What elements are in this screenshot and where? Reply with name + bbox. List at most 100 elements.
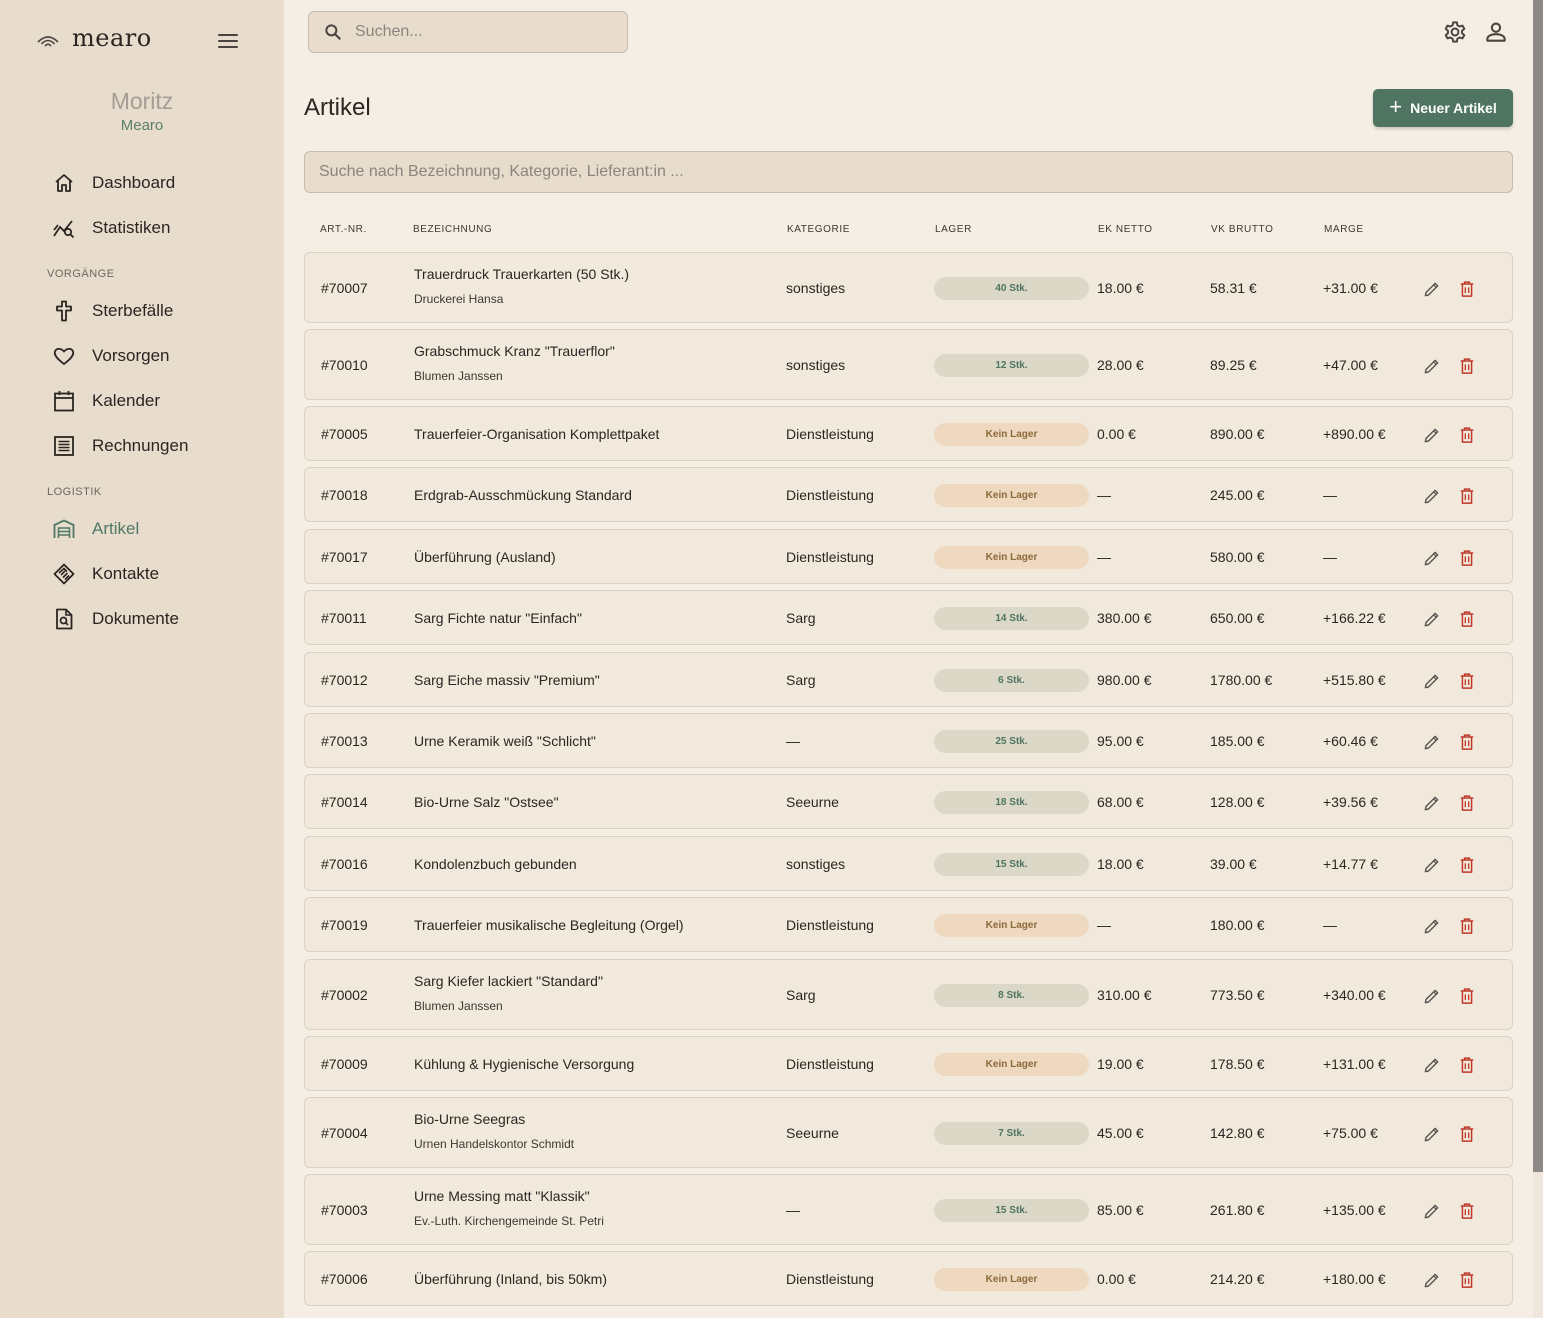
col-header-nr[interactable]: ART.-NR. bbox=[320, 224, 367, 235]
margin: +166.22 € bbox=[1323, 610, 1386, 626]
nav-item-dashboard[interactable]: Dashboard bbox=[52, 165, 175, 201]
table-row[interactable]: #70003 Urne Messing matt "Klassik" Ev.-L… bbox=[304, 1174, 1513, 1245]
warehouse-icon bbox=[53, 519, 75, 538]
table-row[interactable]: #70007 Trauerdruck Trauerkarten (50 Stk.… bbox=[304, 252, 1513, 323]
global-search-input[interactable] bbox=[355, 23, 605, 41]
settings-gear-icon[interactable] bbox=[1442, 19, 1468, 45]
nav-item-rechnungen[interactable]: Rechnungen bbox=[52, 428, 188, 464]
article-category: Sarg bbox=[786, 987, 816, 1003]
menu-toggle-icon[interactable] bbox=[216, 30, 240, 52]
article-name: Urne Messing matt "Klassik" bbox=[414, 1188, 590, 1204]
nav-item-artikel[interactable]: Artikel bbox=[52, 511, 139, 547]
nav-item-kontakte[interactable]: Kontakte bbox=[52, 556, 159, 592]
edit-pencil-icon[interactable] bbox=[1422, 548, 1442, 568]
delete-trash-icon[interactable] bbox=[1457, 1055, 1477, 1075]
edit-pencil-icon[interactable] bbox=[1422, 1124, 1442, 1144]
ek-netto: 28.00 € bbox=[1097, 357, 1144, 373]
table-row[interactable]: #70018 Erdgrab-Ausschmückung Standard Di… bbox=[304, 467, 1513, 522]
article-name: Überführung (Ausland) bbox=[414, 549, 556, 565]
nav-label: Vorsorgen bbox=[92, 346, 170, 365]
table-row[interactable]: #70014 Bio-Urne Salz "Ostsee" Seeurne 18… bbox=[304, 774, 1513, 829]
delete-trash-icon[interactable] bbox=[1457, 986, 1477, 1006]
margin: +180.00 € bbox=[1323, 1271, 1386, 1287]
delete-trash-icon[interactable] bbox=[1457, 609, 1477, 629]
nav-item-sterbefaelle[interactable]: Sterbefälle bbox=[52, 293, 173, 329]
col-header-stock[interactable]: LAGER bbox=[935, 224, 972, 235]
edit-pencil-icon[interactable] bbox=[1422, 1201, 1442, 1221]
stock-badge: Kein Lager bbox=[934, 1268, 1089, 1291]
nav-item-dokumente[interactable]: Dokumente bbox=[52, 601, 179, 637]
edit-pencil-icon[interactable] bbox=[1422, 486, 1442, 506]
article-category: Sarg bbox=[786, 672, 816, 688]
stock-badge: Kein Lager bbox=[934, 1053, 1089, 1076]
new-article-button[interactable]: + Neuer Artikel bbox=[1373, 89, 1513, 127]
table-row[interactable]: #70010 Grabschmuck Kranz "Trauerflor" Bl… bbox=[304, 329, 1513, 400]
table-row[interactable]: #70009 Kühlung & Hygienische Versorgung … bbox=[304, 1036, 1513, 1091]
table-row[interactable]: #70006 Überführung (Inland, bis 50km) Di… bbox=[304, 1251, 1513, 1306]
table-row[interactable]: #70016 Kondolenzbuch gebunden sonstiges … bbox=[304, 836, 1513, 891]
delete-trash-icon[interactable] bbox=[1457, 1124, 1477, 1144]
account-icon[interactable] bbox=[1483, 19, 1509, 45]
table-row[interactable]: #70019 Trauerfeier musikalische Begleitu… bbox=[304, 897, 1513, 952]
table-row[interactable]: #70005 Trauerfeier-Organisation Komplett… bbox=[304, 406, 1513, 461]
edit-pencil-icon[interactable] bbox=[1422, 916, 1442, 936]
edit-pencil-icon[interactable] bbox=[1422, 279, 1442, 299]
nav-item-statistiken[interactable]: Statistiken bbox=[52, 210, 170, 246]
scrollbar-thumb[interactable] bbox=[1533, 0, 1543, 1172]
edit-pencil-icon[interactable] bbox=[1422, 732, 1442, 752]
table-row[interactable]: #70004 Bio-Urne Seegras Urnen Handelskon… bbox=[304, 1097, 1513, 1168]
nav-label: Sterbefälle bbox=[92, 301, 174, 320]
article-category: — bbox=[786, 733, 800, 749]
edit-pencil-icon[interactable] bbox=[1422, 1055, 1442, 1075]
table-row[interactable]: #70017 Überführung (Ausland) Dienstleist… bbox=[304, 529, 1513, 584]
edit-pencil-icon[interactable] bbox=[1422, 793, 1442, 813]
table-row[interactable]: #70012 Sarg Eiche massiv "Premium" Sarg … bbox=[304, 652, 1513, 707]
edit-pencil-icon[interactable] bbox=[1422, 609, 1442, 629]
heart-icon bbox=[53, 347, 75, 365]
delete-trash-icon[interactable] bbox=[1457, 279, 1477, 299]
col-header-margin[interactable]: MARGE bbox=[1324, 224, 1364, 235]
article-name: Trauerdruck Trauerkarten (50 Stk.) bbox=[414, 266, 630, 282]
delete-trash-icon[interactable] bbox=[1457, 855, 1477, 875]
edit-pencil-icon[interactable] bbox=[1422, 356, 1442, 376]
article-name: Kondolenzbuch gebunden bbox=[414, 856, 577, 872]
delete-trash-icon[interactable] bbox=[1457, 425, 1477, 445]
article-filter-input[interactable] bbox=[304, 151, 1513, 193]
vk-brutto: 214.20 € bbox=[1210, 1271, 1265, 1287]
col-header-ek[interactable]: EK NETTO bbox=[1098, 224, 1153, 235]
edit-pencil-icon[interactable] bbox=[1422, 425, 1442, 445]
delete-trash-icon[interactable] bbox=[1457, 356, 1477, 376]
edit-pencil-icon[interactable] bbox=[1422, 986, 1442, 1006]
col-header-name[interactable]: BEZEICHNUNG bbox=[413, 224, 492, 235]
nav-label: Statistiken bbox=[92, 218, 171, 237]
app-logo[interactable]: mearo bbox=[36, 24, 152, 52]
delete-trash-icon[interactable] bbox=[1457, 1270, 1477, 1290]
edit-pencil-icon[interactable] bbox=[1422, 855, 1442, 875]
delete-trash-icon[interactable] bbox=[1457, 486, 1477, 506]
nav-item-kalender[interactable]: Kalender bbox=[52, 383, 160, 419]
ek-netto: 380.00 € bbox=[1097, 610, 1152, 626]
ek-netto: — bbox=[1097, 487, 1111, 503]
vk-brutto: 178.50 € bbox=[1210, 1056, 1265, 1072]
delete-trash-icon[interactable] bbox=[1457, 732, 1477, 752]
edit-pencil-icon[interactable] bbox=[1422, 671, 1442, 691]
table-row[interactable]: #70011 Sarg Fichte natur "Einfach" Sarg … bbox=[304, 590, 1513, 645]
delete-trash-icon[interactable] bbox=[1457, 548, 1477, 568]
delete-trash-icon[interactable] bbox=[1457, 671, 1477, 691]
article-number: #70004 bbox=[321, 1125, 368, 1141]
article-number: #70014 bbox=[321, 794, 368, 810]
delete-trash-icon[interactable] bbox=[1457, 793, 1477, 813]
table-row[interactable]: #70002 Sarg Kiefer lackiert "Standard" B… bbox=[304, 959, 1513, 1030]
nav-label: Dokumente bbox=[92, 609, 179, 628]
table-row[interactable]: #70013 Urne Keramik weiß "Schlicht" — 25… bbox=[304, 713, 1513, 768]
document-search-icon bbox=[56, 608, 73, 630]
article-supplier: Druckerei Hansa bbox=[414, 292, 504, 306]
col-header-vk[interactable]: VK BRUTTO bbox=[1211, 224, 1273, 235]
col-header-category[interactable]: KATEGORIE bbox=[787, 224, 850, 235]
article-supplier: Blumen Janssen bbox=[414, 369, 503, 383]
edit-pencil-icon[interactable] bbox=[1422, 1270, 1442, 1290]
stock-badge: 7 Stk. bbox=[934, 1122, 1089, 1145]
delete-trash-icon[interactable] bbox=[1457, 1201, 1477, 1221]
delete-trash-icon[interactable] bbox=[1457, 916, 1477, 936]
nav-item-vorsorgen[interactable]: Vorsorgen bbox=[52, 338, 170, 374]
